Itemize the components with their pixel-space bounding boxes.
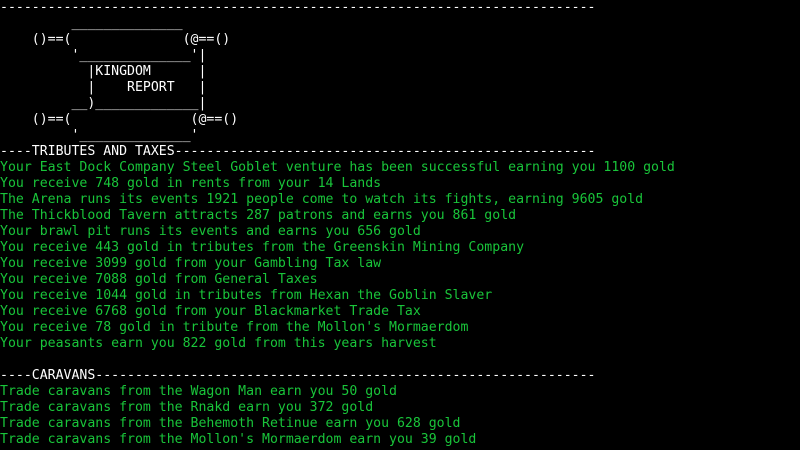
tribute-line: You receive 748 gold in rents from your … — [0, 176, 382, 191]
tributes-list: Your East Dock Company Steel Goblet vent… — [0, 160, 800, 352]
tribute-line: The Arena runs its events 1921 people co… — [0, 192, 644, 207]
tribute-line: Your brawl pit runs its events and earns… — [0, 224, 421, 239]
caravans-section-header: ----CARAVANS----------------------------… — [0, 368, 596, 383]
caravan-line: Trade caravans from the Rnakd earn you 3… — [0, 400, 374, 415]
caravan-line: Trade caravans from the Mollon's Mormaer… — [0, 432, 477, 447]
terminal-window: ----------------------------------------… — [0, 0, 800, 450]
caravan-line: Trade caravans from the Behemoth Retinue… — [0, 416, 461, 431]
kingdom-report-banner: ______________ ()==( (@==() '___________… — [31, 16, 239, 143]
tribute-line: The Thickblood Tavern attracts 287 patro… — [0, 208, 517, 223]
tribute-line: You receive 443 gold in tributes from th… — [0, 240, 525, 255]
tribute-line: Your peasants earn you 822 gold from thi… — [0, 336, 437, 351]
tribute-line: You receive 3099 gold from your Gambling… — [0, 256, 382, 271]
tribute-line: You receive 7088 gold from General Taxes — [0, 272, 318, 287]
tribute-line: You receive 1044 gold in tributes from H… — [0, 288, 493, 303]
top-divider: ----------------------------------------… — [0, 0, 596, 15]
blank-spacer — [0, 352, 800, 368]
tribute-line: You receive 6768 gold from your Blackmar… — [0, 304, 421, 319]
caravan-line: Trade caravans from the Wagon Man earn y… — [0, 384, 397, 399]
tribute-line: Your East Dock Company Steel Goblet vent… — [0, 160, 675, 175]
tribute-line: You receive 78 gold in tribute from the … — [0, 320, 469, 335]
caravans-list: Trade caravans from the Wagon Man earn y… — [0, 384, 800, 448]
tributes-section-header: ----TRIBUTES AND TAXES------------------… — [0, 144, 596, 159]
